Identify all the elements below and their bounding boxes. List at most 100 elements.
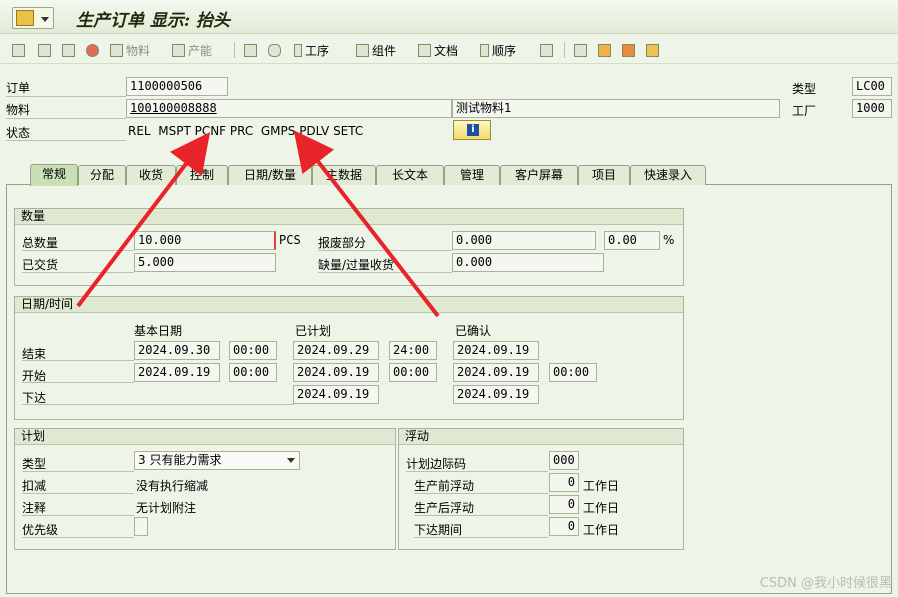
flag-icon — [12, 43, 25, 57]
reduction-label: 扣减 — [22, 479, 47, 493]
document-button[interactable]: 文档 — [418, 41, 458, 59]
release-period-field[interactable]: 0 — [549, 517, 579, 536]
capacity-icon — [172, 43, 185, 57]
plant-label: 工厂 — [792, 104, 817, 118]
tab-control[interactable]: 控制 — [176, 165, 228, 185]
order-field[interactable]: 1100000506 — [126, 77, 228, 96]
tab-project[interactable]: 项目 — [578, 165, 630, 185]
sort-button[interactable] — [622, 41, 635, 59]
tab-master-data[interactable]: 主数据 — [312, 165, 376, 185]
end-planned-time-field[interactable]: 24:00 — [389, 341, 437, 360]
watermark: CSDN @我小时候很黑 — [759, 576, 892, 591]
delivered-field[interactable]: 5.000 — [134, 253, 276, 272]
quantity-group-title: 数量 — [15, 209, 683, 225]
start-planned-date-field[interactable]: 2024.09.19 — [293, 363, 379, 382]
planning-type-label: 类型 — [22, 457, 47, 471]
reduction-value: 没有执行缩减 — [136, 479, 209, 493]
page-title: 生产订单 显示: 抬头 — [76, 11, 231, 31]
grid-button[interactable] — [646, 41, 659, 59]
status-info-button[interactable]: i — [453, 120, 491, 140]
planning-type-select[interactable]: 3 只有能力需求 — [134, 451, 300, 470]
tab-goods-receipt[interactable]: 收货 — [126, 165, 176, 185]
sort-icon — [622, 43, 635, 57]
tab-assignment[interactable]: 分配 — [78, 165, 126, 185]
toolbar-separator — [564, 42, 565, 58]
material-description-field: 测试物料1 — [452, 99, 780, 118]
sequence-button[interactable]: 顺序 — [480, 41, 516, 59]
start-planned-time-field[interactable]: 00:00 — [389, 363, 437, 382]
calculator-icon — [62, 43, 75, 57]
plant-field[interactable]: 1000 — [852, 99, 892, 118]
order-label: 订单 — [6, 81, 31, 95]
application-toolbar: 物料 产能 工序 组件 文档 顺序 — [0, 36, 898, 64]
chevron-down-icon — [41, 17, 49, 22]
operation-icon — [294, 43, 302, 57]
total-quantity-field[interactable]: 10.000 — [134, 231, 276, 250]
cube-button[interactable] — [540, 41, 553, 59]
start-basic-time-field[interactable]: 00:00 — [229, 363, 277, 382]
calculator-button[interactable] — [62, 41, 75, 59]
chevron-down-icon — [287, 458, 295, 463]
info-icon: i — [467, 124, 479, 136]
priority-label: 优先级 — [22, 523, 59, 537]
percent-sign: % — [663, 233, 675, 247]
tree-button[interactable] — [598, 41, 611, 59]
pre-production-float-field[interactable]: 0 — [549, 473, 579, 492]
release-period-unit: 工作日 — [583, 523, 620, 537]
note-value: 无计划附注 — [136, 501, 197, 515]
hierarchy-icon — [244, 43, 257, 57]
end-basic-time-field[interactable]: 00:00 — [229, 341, 277, 360]
confirmed-header: 已确认 — [455, 324, 492, 338]
priority-field[interactable] — [134, 517, 148, 536]
scrap-field[interactable]: 0.000 — [452, 231, 596, 250]
shortage-field[interactable]: 0.000 — [452, 253, 604, 272]
scrap-percent-field[interactable]: 0.00 — [604, 231, 660, 250]
margin-key-label: 计划边际码 — [406, 457, 467, 471]
start-basic-date-field[interactable]: 2024.09.19 — [134, 363, 220, 382]
total-quantity-label: 总数量 — [22, 236, 59, 250]
system-menu-button[interactable] — [12, 7, 54, 29]
gears-icon — [110, 43, 123, 57]
tab-dates-quantities[interactable]: 日期/数量 — [228, 165, 312, 185]
post-production-float-label: 生产后浮动 — [414, 501, 475, 515]
material-field[interactable]: 100100008888 — [126, 99, 452, 118]
tab-customer-screen[interactable]: 客户屏幕 — [500, 165, 578, 185]
tab-administration[interactable]: 管理 — [444, 165, 500, 185]
tab-strip: 常规 分配 收货 控制 日期/数量 主数据 长文本 管理 客户屏幕 项目 快速录… — [20, 164, 706, 186]
tab-quick-entry[interactable]: 快速录入 — [630, 165, 706, 185]
end-planned-date-field[interactable]: 2024.09.29 — [293, 341, 379, 360]
check-button[interactable] — [38, 41, 51, 59]
end-confirmed-date-field[interactable]: 2024.09.19 — [453, 341, 539, 360]
release-confirmed-date-field[interactable]: 2024.09.19 — [453, 385, 539, 404]
delivered-label: 已交货 — [22, 258, 59, 272]
help-button[interactable] — [86, 41, 99, 59]
stack-icon — [268, 43, 281, 57]
status-value: REL MSPT PCNF PRC GMPS PDLV SETC — [128, 124, 364, 138]
operation-button[interactable]: 工序 — [294, 41, 329, 59]
order-type-label: 类型 — [792, 82, 817, 96]
start-confirmed-time-field[interactable]: 00:00 — [549, 363, 597, 382]
hierarchy-button[interactable] — [244, 41, 257, 59]
tree-icon — [598, 43, 611, 57]
margin-key-field[interactable]: 000 — [549, 451, 579, 470]
lifebuoy-icon — [86, 43, 99, 57]
post-float-unit: 工作日 — [583, 501, 620, 515]
flag-button[interactable] — [12, 41, 25, 59]
order-type-field[interactable]: LC00 — [852, 77, 892, 96]
table-button[interactable] — [574, 41, 587, 59]
material-button[interactable]: 物料 — [110, 41, 150, 59]
tab-long-text[interactable]: 长文本 — [376, 165, 444, 185]
end-basic-date-field[interactable]: 2024.09.30 — [134, 341, 220, 360]
toolbar-separator — [234, 42, 235, 58]
post-production-float-field[interactable]: 0 — [549, 495, 579, 514]
start-confirmed-date-field[interactable]: 2024.09.19 — [453, 363, 539, 382]
tab-general[interactable]: 常规 — [30, 164, 78, 186]
release-planned-date-field[interactable]: 2024.09.19 — [293, 385, 379, 404]
float-group-title: 浮动 — [399, 429, 683, 445]
quantity-unit: PCS — [279, 233, 301, 247]
capacity-button[interactable]: 产能 — [172, 41, 212, 59]
grid-icon — [646, 43, 659, 57]
stack-button[interactable] — [268, 41, 281, 59]
component-button[interactable]: 组件 — [356, 41, 396, 59]
cube-icon — [540, 43, 553, 57]
